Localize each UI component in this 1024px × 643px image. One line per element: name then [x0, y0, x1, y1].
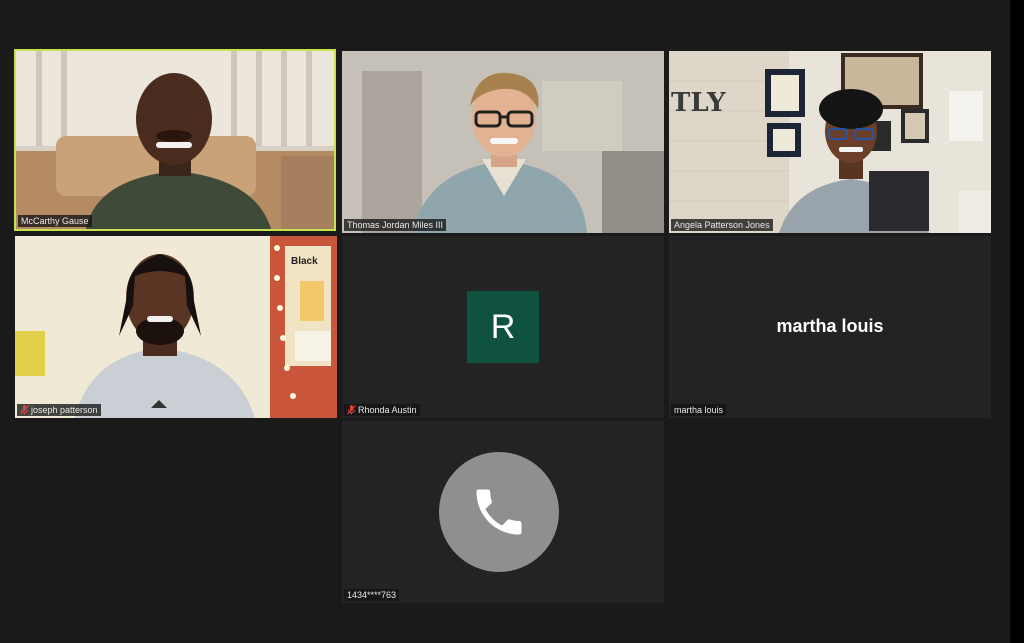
- participant-name-label: Angela Patterson Jones: [671, 219, 773, 231]
- phone-icon: [476, 489, 522, 535]
- participant-name-label: 1434****763: [344, 589, 400, 601]
- avatar: R: [467, 291, 539, 363]
- video-tile-joseph-patterson[interactable]: Black joseph patterson: [15, 236, 337, 418]
- participant-name: Rhonda Austin: [358, 405, 417, 415]
- participant-name: Angela Patterson Jones: [674, 220, 770, 230]
- video-tile-thomas-jordan-miles-iii[interactable]: Thomas Jordan Miles III: [342, 51, 664, 233]
- participant-name-label: martha louis: [671, 404, 727, 416]
- svg-text:Black: Black: [291, 256, 318, 267]
- video-tile-angela-patterson-jones[interactable]: TLY Angela Patterson Jones: [669, 51, 991, 233]
- window-edge: [1010, 0, 1024, 643]
- svg-text:TLY: TLY: [671, 88, 726, 118]
- participant-name: 1434****763: [347, 590, 397, 600]
- video-tile-rhonda-austin[interactable]: R Rhonda Austin: [342, 236, 664, 418]
- video-tile-phone-caller[interactable]: 1434****763: [342, 421, 664, 603]
- microphone-muted-icon: [20, 405, 29, 415]
- participant-video: [16, 51, 334, 229]
- avatar-initial: R: [490, 307, 516, 346]
- video-tile-martha-louis[interactable]: martha louis martha louis: [669, 236, 991, 418]
- participant-video: [342, 51, 664, 233]
- microphone-muted-icon: [347, 405, 356, 415]
- video-tile-mccarthy-gause[interactable]: McCarthy Gause: [14, 49, 336, 231]
- participant-video: TLY: [669, 51, 991, 233]
- participant-name: McCarthy Gause: [21, 216, 89, 226]
- participant-name: Thomas Jordan Miles III: [347, 220, 444, 230]
- participant-name: martha louis: [674, 405, 724, 415]
- participant-name-label: McCarthy Gause: [18, 215, 92, 227]
- participant-video: Black: [15, 236, 337, 418]
- participant-name-label: Thomas Jordan Miles III: [344, 219, 447, 231]
- participant-name: joseph patterson: [31, 405, 98, 415]
- phone-avatar: [439, 452, 559, 572]
- participant-name-label: joseph patterson: [17, 404, 101, 416]
- participant-display-name: martha louis: [776, 316, 884, 336]
- participant-name-label: Rhonda Austin: [344, 404, 420, 416]
